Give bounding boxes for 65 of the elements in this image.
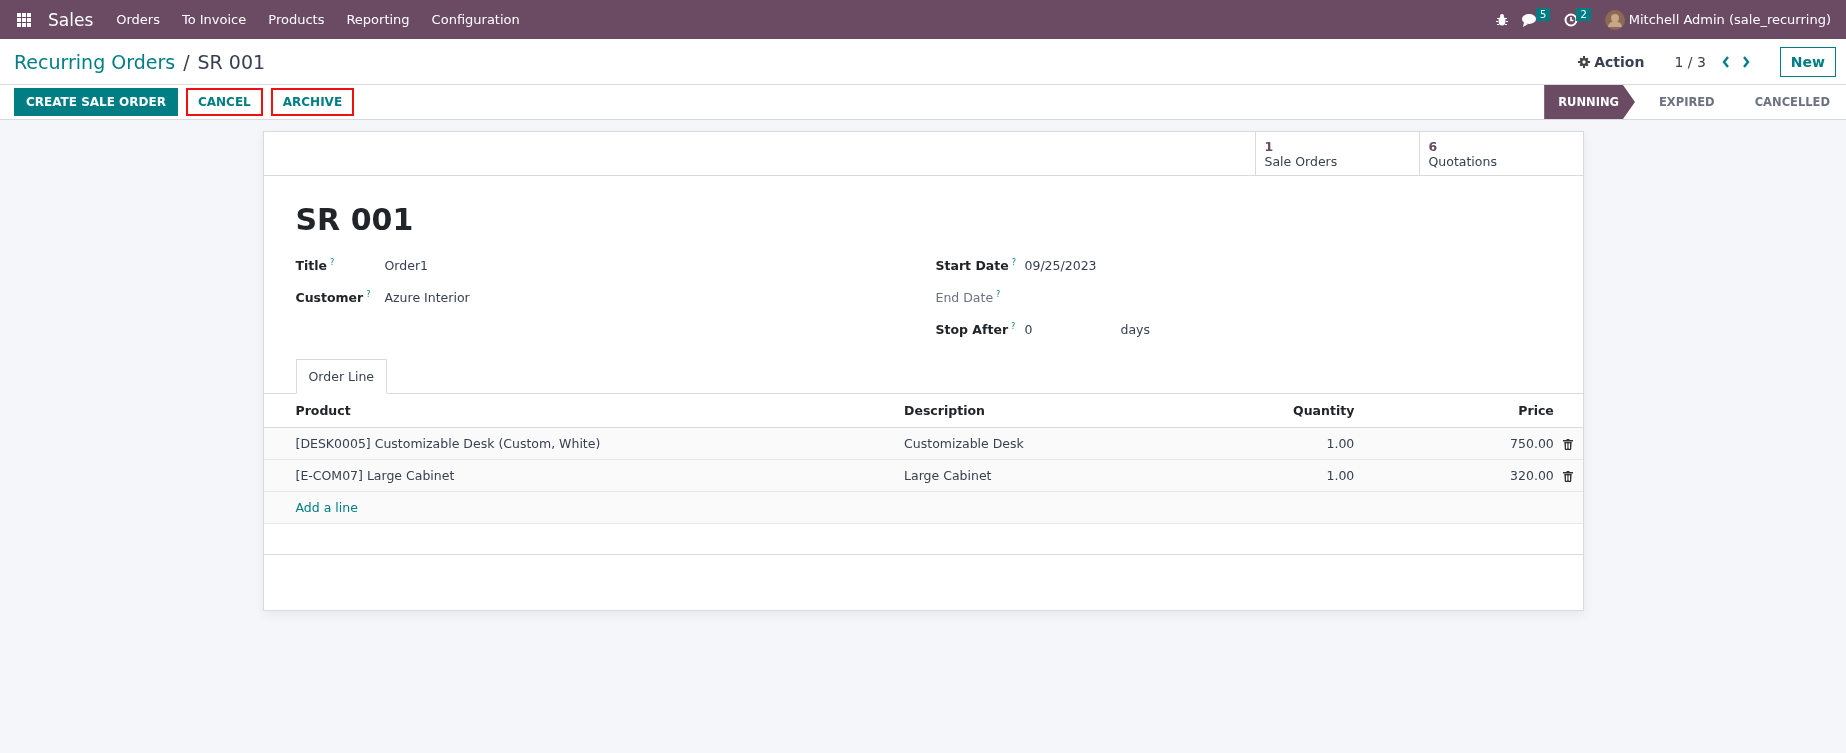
field-value[interactable]: Azure Interior bbox=[384, 289, 470, 305]
avatar-icon bbox=[1604, 9, 1625, 30]
record-title: SR 001 bbox=[295, 202, 415, 237]
help-tooltip[interactable]: ? bbox=[1011, 257, 1016, 267]
smart-button[interactable]: 6 Quotations bbox=[1418, 132, 1583, 175]
trash-icon bbox=[1563, 471, 1574, 482]
header-button[interactable]: CANCEL bbox=[185, 88, 263, 116]
status-stage[interactable]: RUNNING bbox=[1544, 85, 1635, 119]
field-value[interactable]: Order1 bbox=[384, 257, 428, 273]
table-cell: 320.00 bbox=[1354, 459, 1554, 492]
clock-icon bbox=[1564, 12, 1579, 27]
menu-item[interactable]: Configuration bbox=[420, 12, 531, 27]
menu-item[interactable]: To Invoice bbox=[170, 12, 258, 27]
menu-item[interactable]: Products bbox=[257, 12, 336, 27]
breadcrumb-current: SR 001 bbox=[197, 50, 266, 73]
help-tooltip[interactable]: ? bbox=[1011, 321, 1016, 331]
help-tooltip[interactable]: ? bbox=[330, 257, 335, 267]
pager-value: 1 / 3 bbox=[1674, 53, 1706, 70]
table-cell: 750.00 bbox=[1354, 427, 1554, 460]
activity-count-badge: 2 bbox=[1576, 8, 1591, 21]
activity-button[interactable]: 2 bbox=[1557, 0, 1598, 39]
new-button[interactable]: New bbox=[1779, 46, 1836, 77]
table-cell: Customizable Desk bbox=[904, 427, 1191, 460]
help-tooltip[interactable]: ? bbox=[996, 289, 1001, 299]
field-unit: days bbox=[1120, 321, 1150, 337]
user-menu-button[interactable]: Mitchell Admin (sale_recurring) bbox=[1597, 0, 1838, 39]
menu-item[interactable]: Reporting bbox=[335, 12, 421, 27]
header-button[interactable]: ARCHIVE bbox=[270, 88, 355, 116]
menu-item[interactable]: Orders bbox=[105, 12, 171, 27]
table-cell: [DESK0005] Customizable Desk (Custom, White) bbox=[263, 427, 905, 460]
field-label: Stop After bbox=[935, 321, 1009, 337]
column-header: Product bbox=[263, 393, 905, 428]
chevron-left-icon bbox=[1721, 55, 1730, 68]
field-value[interactable]: 0 bbox=[1024, 321, 1033, 337]
table-cell: 1.00 bbox=[1190, 459, 1355, 492]
chevron-right-icon bbox=[1741, 55, 1750, 68]
header-button[interactable]: CREATE SALE ORDER bbox=[14, 88, 178, 116]
bug-icon bbox=[1496, 13, 1508, 26]
grid-icon bbox=[17, 12, 31, 27]
field-label: Start Date bbox=[935, 257, 1009, 273]
column-header: Description bbox=[904, 393, 1191, 428]
message-count-badge: 5 bbox=[1536, 8, 1551, 21]
column-header: Price bbox=[1354, 393, 1554, 428]
app-name[interactable]: Sales bbox=[38, 9, 106, 30]
delete-row-button[interactable] bbox=[1563, 471, 1574, 482]
notebook-tab[interactable]: Order Line bbox=[295, 359, 388, 394]
smart-button[interactable]: 1 Sale Orders bbox=[1254, 132, 1419, 175]
field-label: Customer bbox=[295, 289, 364, 305]
breadcrumb-separator: / bbox=[183, 50, 190, 73]
add-line-link[interactable]: Add a line bbox=[295, 500, 358, 515]
chat-icon bbox=[1522, 12, 1538, 27]
table-cell: 1.00 bbox=[1190, 427, 1355, 460]
table-cell: Large Cabinet bbox=[904, 459, 1191, 492]
field-label: Title bbox=[295, 257, 328, 273]
field-value[interactable]: 09/25/2023 bbox=[1024, 257, 1097, 273]
action-button[interactable]: Action bbox=[1578, 53, 1645, 70]
help-tooltip[interactable]: ? bbox=[366, 289, 371, 299]
table-cell: [E-COM07] Large Cabinet bbox=[263, 459, 905, 492]
delete-row-button[interactable] bbox=[1563, 439, 1574, 450]
breadcrumb-link[interactable]: Recurring Orders bbox=[14, 50, 176, 73]
messages-button[interactable]: 5 bbox=[1515, 0, 1558, 39]
column-header: Quantity bbox=[1190, 393, 1355, 428]
gear-icon bbox=[1578, 55, 1591, 68]
field-label: End Date bbox=[935, 289, 994, 305]
trash-icon bbox=[1563, 439, 1574, 450]
